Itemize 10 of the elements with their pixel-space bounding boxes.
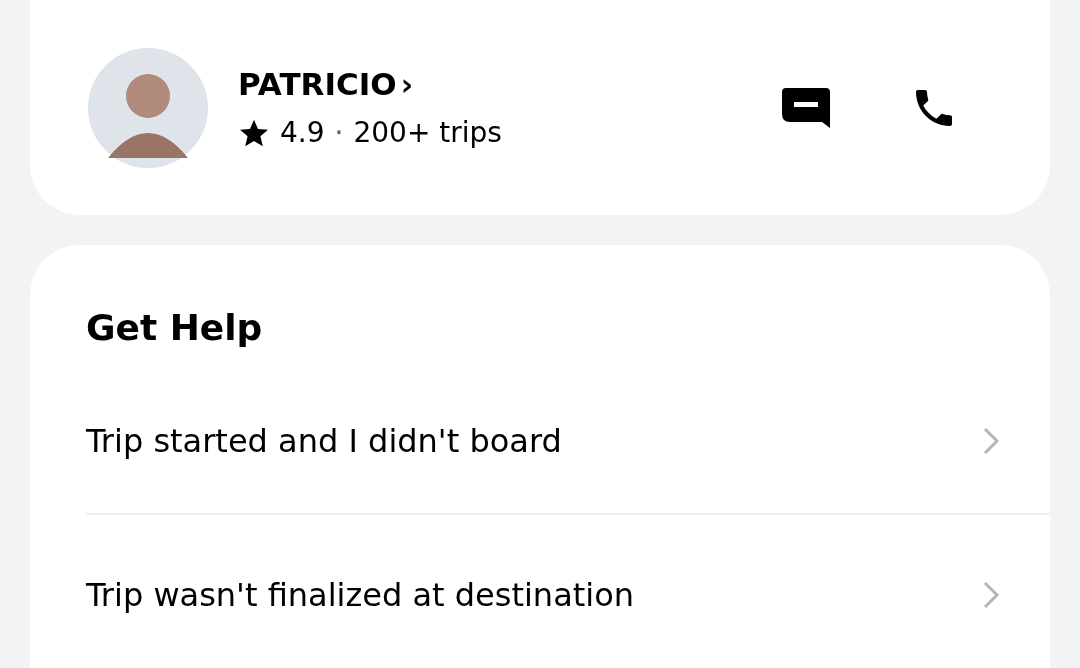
- driver-rating: 4.9: [280, 116, 325, 149]
- help-option[interactable]: Trip started and I didn't board: [86, 368, 1050, 515]
- chevron-right-icon: [982, 425, 1000, 456]
- section-title: Get Help: [86, 306, 264, 348]
- message-icon[interactable]: [782, 87, 830, 128]
- chevron-right-icon: [982, 580, 1000, 610]
- trip-count: 200+ trips: [353, 116, 502, 149]
- help-option[interactable]: Trip wasn't finalized at destination: [86, 515, 1050, 668]
- separator-dot: ·: [334, 116, 344, 149]
- driver-name-link[interactable]: PATRICIO›: [238, 66, 414, 102]
